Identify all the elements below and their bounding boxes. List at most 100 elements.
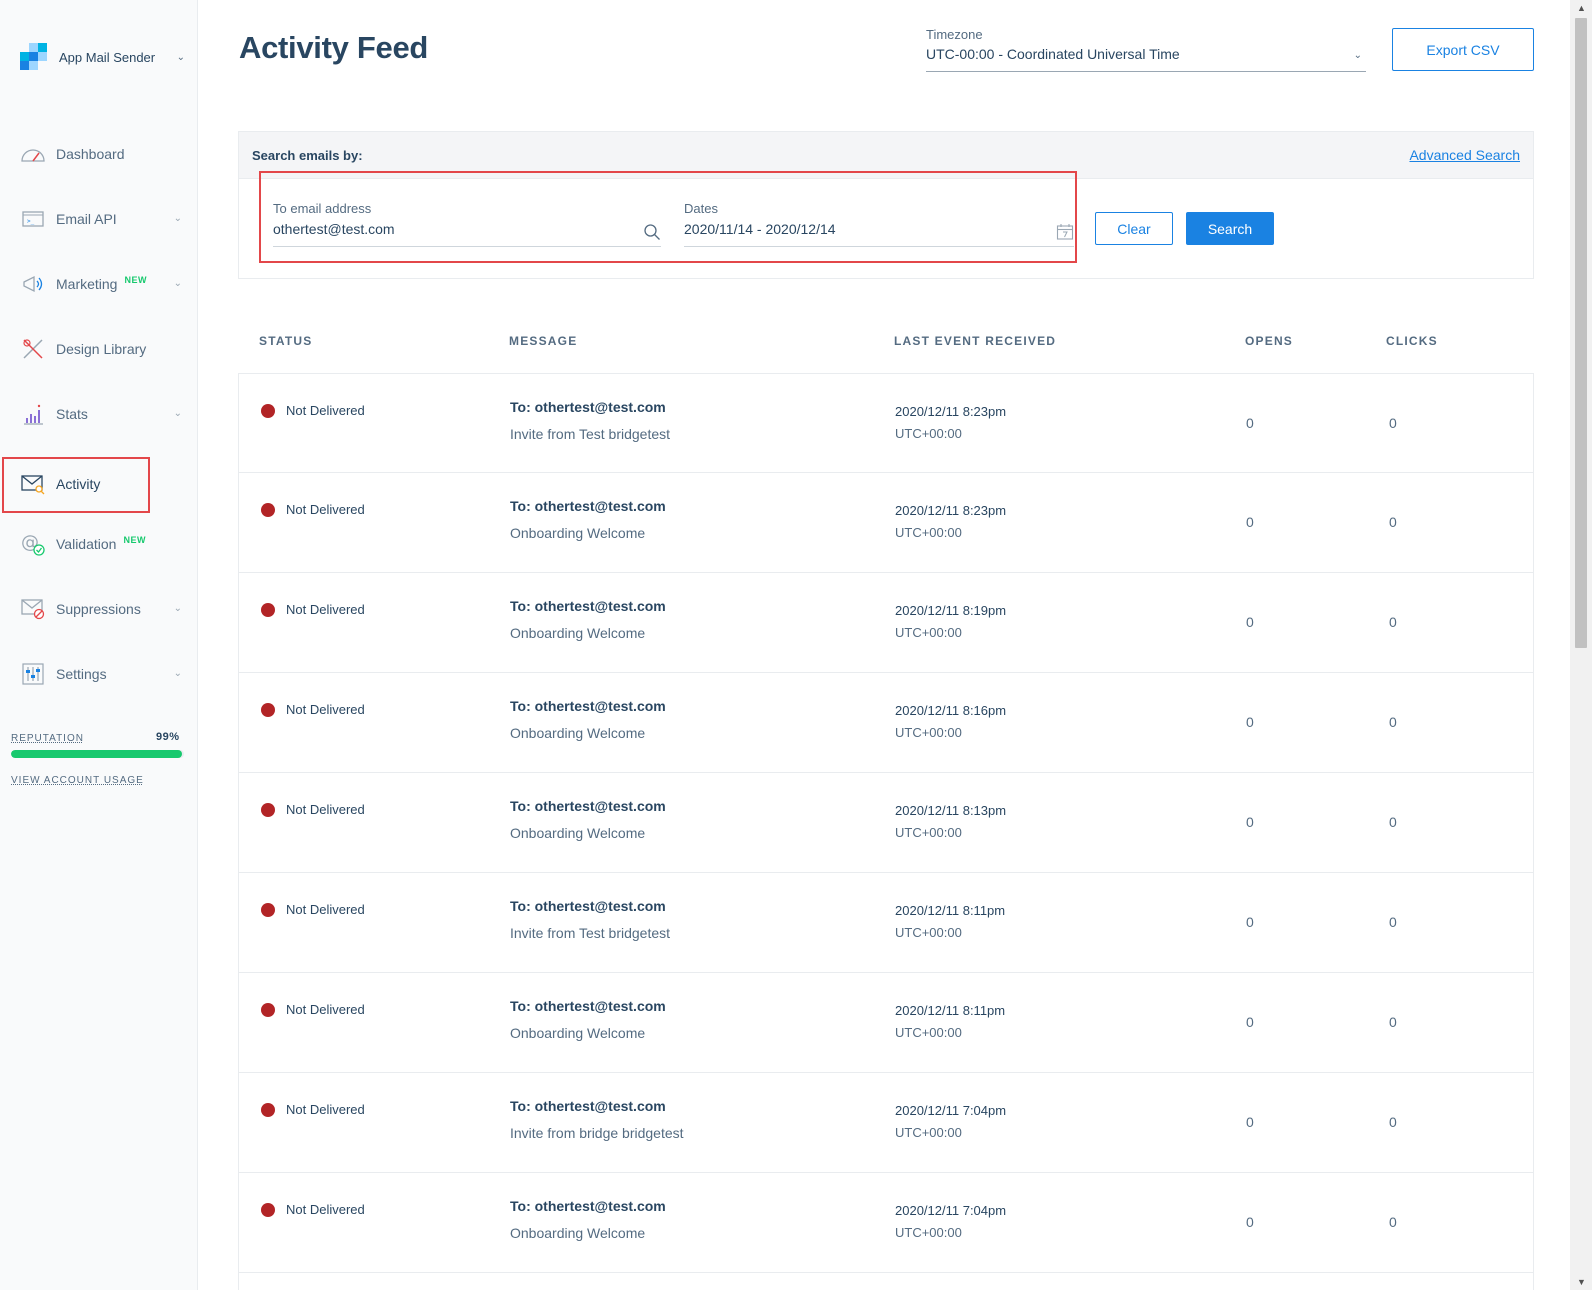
event-timezone: UTC+00:00	[895, 426, 962, 441]
opens-count: 0	[1246, 914, 1254, 930]
table-row[interactable]: Not Delivered To: othertest@test.com Onb…	[238, 673, 1534, 773]
event-timezone: UTC+00:00	[895, 925, 962, 940]
table-row[interactable]: Not Delivered To: othertest@test.com Onb…	[238, 1173, 1534, 1273]
view-account-usage-link[interactable]: VIEW ACCOUNT USAGE	[11, 775, 144, 786]
opens-count: 0	[1246, 714, 1254, 730]
dates-field: Dates 2020/11/14 - 2020/12/14	[684, 201, 1074, 247]
advanced-search-link[interactable]: Advanced Search	[1409, 147, 1520, 163]
event-date: 2020/12/11 8:23pm	[895, 503, 1007, 518]
not-delivered-status-icon	[261, 603, 275, 617]
email-api-icon: >_	[20, 206, 46, 232]
page-title: Activity Feed	[239, 30, 429, 65]
dashboard-icon	[20, 141, 46, 167]
chevron-down-icon: ⌄	[173, 213, 182, 224]
not-delivered-status-icon	[261, 503, 275, 517]
column-header-clicks: CLICKS	[1386, 334, 1438, 348]
not-delivered-status-icon	[261, 903, 275, 917]
chevron-down-icon: ⌄	[1353, 50, 1362, 61]
clicks-count: 0	[1389, 714, 1397, 730]
clicks-count: 0	[1389, 1014, 1397, 1030]
event-date: 2020/12/11 8:23pm	[895, 404, 1007, 419]
email-input[interactable]: othertest@test.com	[273, 221, 661, 247]
sidebar-item-marketing[interactable]: Marketing NEW ⌄	[20, 270, 188, 298]
table-row[interactable]: Not Delivered To: othertest@test.com Onb…	[238, 773, 1534, 873]
message-subject: Onboarding Welcome	[510, 1225, 646, 1241]
chevron-down-icon: ⌄	[176, 51, 185, 63]
timezone-select[interactable]: UTC-00:00 - Coordinated Universal Time ⌄	[926, 46, 1366, 72]
table-row[interactable]	[238, 1273, 1534, 1290]
not-delivered-status-icon	[261, 1203, 275, 1217]
sidebar-item-design-library[interactable]: Design Library	[20, 335, 188, 363]
email-field: To email address othertest@test.com	[273, 201, 661, 247]
message-recipient: To: othertest@test.com	[510, 598, 666, 614]
account-switcher[interactable]: App Mail Sender ⌄	[20, 42, 185, 72]
scrollbar-thumb[interactable]	[1575, 18, 1587, 648]
sidebar-item-validation[interactable]: @ Validation NEW	[20, 530, 188, 558]
status-text: Not Delivered	[286, 802, 365, 817]
table-row[interactable]: Not Delivered To: othertest@test.com Inv…	[238, 373, 1534, 473]
activity-table-body: Not Delivered To: othertest@test.com Inv…	[238, 373, 1534, 1290]
scroll-up-arrow-icon[interactable]: ▲	[1577, 3, 1586, 13]
sidebar-item-label: Dashboard	[56, 146, 125, 162]
opens-count: 0	[1246, 415, 1254, 431]
main-content: Activity Feed Timezone UTC-00:00 - Coord…	[198, 0, 1570, 1290]
search-icon[interactable]	[643, 223, 661, 246]
svg-text:>_: >_	[27, 218, 35, 225]
column-header-status: STATUS	[259, 334, 313, 348]
reputation-bar-fill	[11, 750, 183, 758]
export-csv-button[interactable]: Export CSV	[1392, 28, 1534, 71]
new-badge: NEW	[123, 535, 146, 545]
table-row[interactable]: Not Delivered To: othertest@test.com Onb…	[238, 473, 1534, 573]
event-date: 2020/12/11 7:04pm	[895, 1103, 1007, 1118]
scroll-down-arrow-icon[interactable]: ▼	[1577, 1277, 1586, 1287]
message-recipient: To: othertest@test.com	[510, 1098, 666, 1114]
clear-button[interactable]: Clear	[1095, 212, 1173, 245]
table-row[interactable]: Not Delivered To: othertest@test.com Inv…	[238, 1073, 1534, 1173]
table-row[interactable]: Not Delivered To: othertest@test.com Onb…	[238, 573, 1534, 673]
new-badge: NEW	[124, 275, 147, 285]
status-text: Not Delivered	[286, 1102, 365, 1117]
event-timezone: UTC+00:00	[895, 1025, 962, 1040]
not-delivered-status-icon	[261, 404, 275, 418]
chevron-down-icon: ⌄	[173, 408, 182, 419]
sidebar-item-label: Settings	[56, 666, 107, 682]
sidebar-item-settings[interactable]: Settings ⌄	[20, 660, 188, 688]
status-text: Not Delivered	[286, 602, 365, 617]
column-header-message: MESSAGE	[509, 334, 578, 348]
table-header: STATUS MESSAGE LAST EVENT RECEIVED OPENS…	[238, 328, 1534, 368]
message-recipient: To: othertest@test.com	[510, 698, 666, 714]
clicks-count: 0	[1389, 1214, 1397, 1230]
marketing-megaphone-icon	[20, 271, 46, 297]
not-delivered-status-icon	[261, 1103, 275, 1117]
sidebar-item-stats[interactable]: Stats ⌄	[20, 400, 188, 428]
table-row[interactable]: Not Delivered To: othertest@test.com Onb…	[238, 973, 1534, 1073]
opens-count: 0	[1246, 514, 1254, 530]
message-recipient: To: othertest@test.com	[510, 1198, 666, 1214]
search-button[interactable]: Search	[1186, 212, 1274, 245]
not-delivered-status-icon	[261, 703, 275, 717]
page-scrollbar[interactable]: ▲ ▼	[1570, 0, 1592, 1290]
sidebar-item-email-api[interactable]: >_ Email API ⌄	[20, 205, 188, 233]
design-library-icon	[20, 336, 46, 362]
calendar-icon[interactable]	[1056, 223, 1074, 246]
table-row[interactable]: Not Delivered To: othertest@test.com Inv…	[238, 873, 1534, 973]
event-timezone: UTC+00:00	[895, 1125, 962, 1140]
event-timezone: UTC+00:00	[895, 725, 962, 740]
search-fields-highlight-box: To email address othertest@test.com Date…	[259, 171, 1077, 263]
sidebar-item-suppressions[interactable]: Suppressions ⌄	[20, 595, 188, 623]
message-subject: Onboarding Welcome	[510, 1025, 646, 1041]
event-timezone: UTC+00:00	[895, 625, 962, 640]
sidebar-item-dashboard[interactable]: Dashboard	[20, 140, 188, 168]
search-panel: Search emails by: Advanced Search To ema…	[238, 131, 1534, 279]
event-date: 2020/12/11 8:19pm	[895, 603, 1007, 618]
opens-count: 0	[1246, 814, 1254, 830]
message-subject: Onboarding Welcome	[510, 725, 646, 741]
message-recipient: To: othertest@test.com	[510, 798, 666, 814]
dates-input[interactable]: 2020/11/14 - 2020/12/14	[684, 221, 1074, 247]
sidebar-item-label: Suppressions	[56, 601, 141, 617]
opens-count: 0	[1246, 1214, 1254, 1230]
opens-count: 0	[1246, 1014, 1254, 1030]
message-subject: Invite from bridge bridgetest	[510, 1125, 684, 1141]
activity-highlight-box	[2, 457, 150, 513]
search-heading: Search emails by:	[252, 148, 363, 163]
